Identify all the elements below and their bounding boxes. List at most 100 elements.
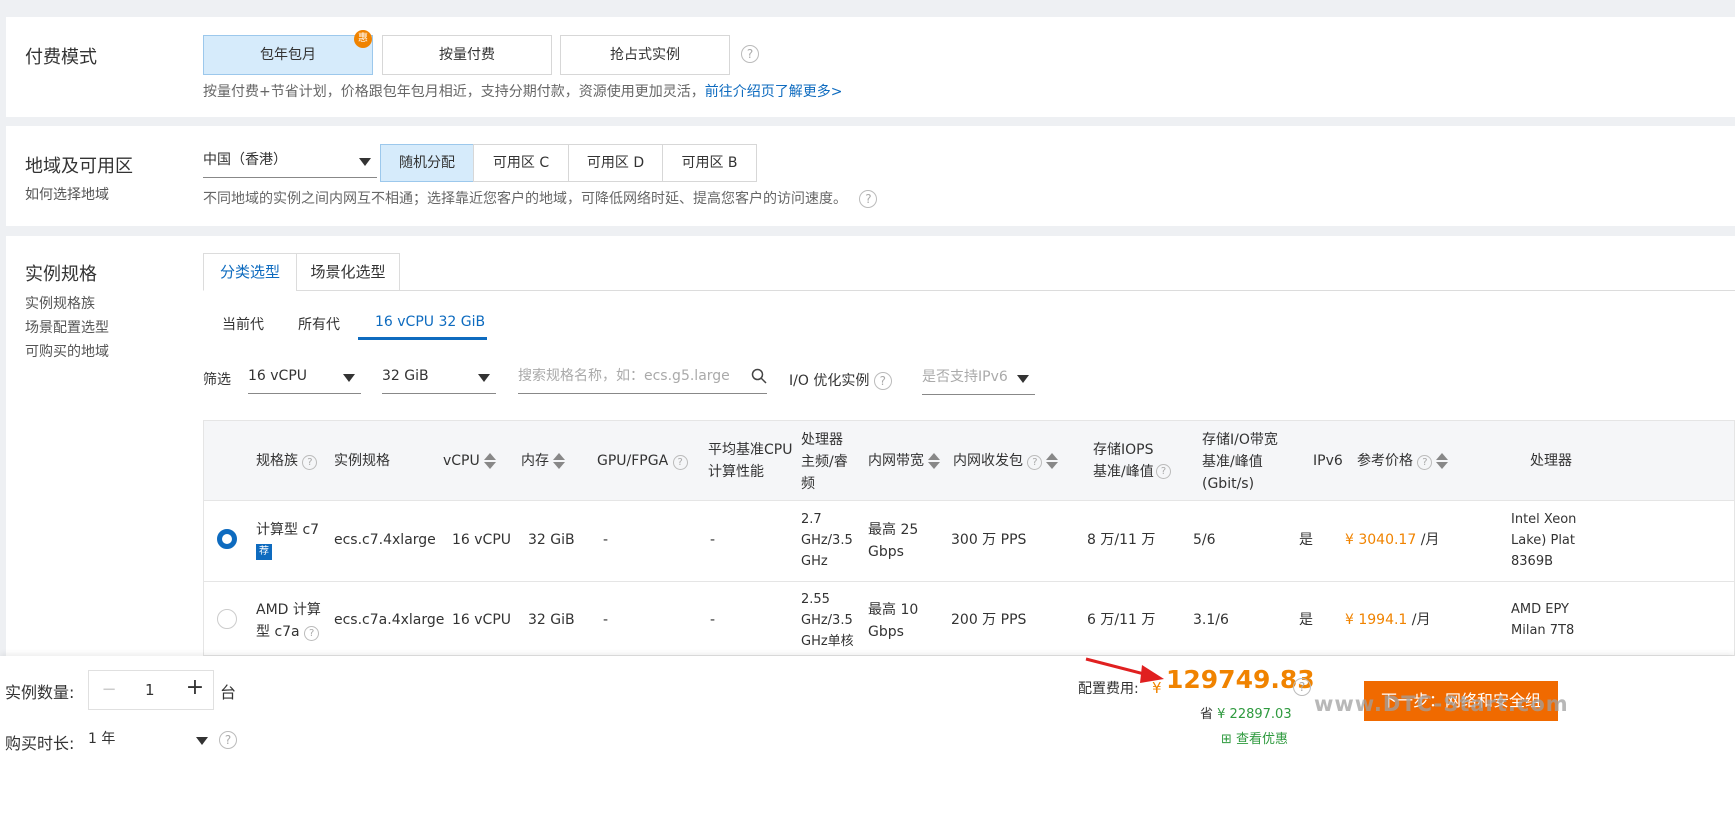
zone-c[interactable]: 可用区 C <box>473 144 569 182</box>
tab-category[interactable]: 分类选型 <box>203 253 297 291</box>
search-icon[interactable] <box>751 368 767 384</box>
col-memory[interactable]: 内存 <box>521 450 565 472</box>
region-select[interactable]: 中国（香港） <box>203 146 377 178</box>
col-pps[interactable]: 内网收发包 ? <box>953 450 1059 472</box>
cell-memory: 32 GiB <box>528 612 575 628</box>
sort-icon[interactable] <box>483 453 496 469</box>
spec-title: 实例规格 <box>25 264 97 285</box>
cell-family: 计算型 c7 荐 <box>256 519 319 563</box>
qty-unit: 台 <box>220 683 237 702</box>
col-vcpu[interactable]: vCPU <box>443 450 496 472</box>
tab-scenario[interactable]: 场景化选型 <box>296 253 400 291</box>
col-price[interactable]: 参考价格 ? <box>1357 450 1449 472</box>
col-ipv6: IPv6 <box>1313 453 1343 469</box>
col-iops: 存储IOPS 基准/峰值 <box>1093 442 1154 480</box>
cell-io-bandwidth: 3.1/6 <box>1193 612 1229 628</box>
subtab-16vcpu[interactable]: 16 vCPU 32 GiB <box>375 314 485 330</box>
col-bandwidth[interactable]: 内网带宽 <box>868 450 940 472</box>
filter-vcpu-select[interactable]: 16 vCPU <box>248 362 361 394</box>
billing-option-payg[interactable]: 按量付费 <box>382 35 552 75</box>
save-line: 省 ¥ 22897.03 <box>1200 707 1292 722</box>
duration-help-icon[interactable]: ? <box>219 731 237 749</box>
sort-icon[interactable] <box>1436 453 1449 469</box>
cell-iops: 8 万/11 万 <box>1087 532 1156 548</box>
subtab-current[interactable]: 当前代 <box>222 314 264 334</box>
row-radio-selected[interactable] <box>217 529 237 549</box>
minus-icon[interactable]: − <box>97 679 121 700</box>
cell-price: ¥ 1994.1 /月 <box>1345 612 1431 628</box>
region-help-icon[interactable]: ? <box>859 190 878 208</box>
cell-cpu-perf: - <box>710 612 716 628</box>
help-icon[interactable]: ? <box>302 455 318 470</box>
table-row-divider <box>204 581 1734 582</box>
zone-d[interactable]: 可用区 D <box>568 144 663 182</box>
side-link-scenario[interactable]: 场景配置选型 <box>25 317 109 337</box>
cell-processor: Intel Xeon Lake) Plat 8369B <box>1511 512 1577 569</box>
cell-pps: 300 万 PPS <box>951 532 1027 548</box>
chevron-down-icon <box>343 374 355 382</box>
cell-freq: 2.7 GHz/3.5 GHz <box>801 512 853 569</box>
sort-icon[interactable] <box>1046 453 1059 469</box>
cell-bandwidth: 最高 25 Gbps <box>868 522 919 560</box>
cost-help-icon[interactable]: ? <box>1293 678 1311 696</box>
cell-bandwidth: 最高 10 Gbps <box>868 602 919 640</box>
billing-help-icon[interactable]: ? <box>741 45 759 63</box>
help-icon[interactable]: ? <box>1027 455 1043 470</box>
chevron-down-icon <box>196 737 208 745</box>
billing-option-subscription[interactable]: 包年包月 惠 <box>203 30 373 75</box>
region-help-link[interactable]: 如何选择地域 <box>25 184 109 204</box>
qty-label: 实例数量: <box>5 683 75 702</box>
side-link-regions[interactable]: 可购买的地域 <box>25 341 109 361</box>
chevron-down-icon <box>478 374 490 382</box>
cost-currency: ¥ <box>1152 679 1162 697</box>
cell-io-bandwidth: 5/6 <box>1193 532 1216 548</box>
cell-gpu: - <box>603 532 609 548</box>
subtab-all[interactable]: 所有代 <box>298 314 340 334</box>
chevron-down-icon <box>359 158 371 166</box>
chevron-down-icon <box>1017 375 1029 383</box>
cell-memory: 32 GiB <box>528 532 575 548</box>
cell-freq: 2.55 GHz/3.5 GHz单核 <box>801 592 854 649</box>
row-radio[interactable] <box>217 609 237 629</box>
cell-spec: ecs.c7.4xlarge <box>334 532 436 548</box>
filter-search-input[interactable]: 搜索规格名称，如：ecs.g5.large <box>518 362 767 394</box>
cost-value: 129749.83 <box>1166 665 1315 694</box>
region-title: 地域及可用区 <box>25 156 133 177</box>
discount-link[interactable]: ⊞ 查看优惠 <box>1221 728 1288 747</box>
billing-option-spot[interactable]: 抢占式实例 <box>560 35 730 75</box>
duration-label: 购买时长: <box>5 734 75 753</box>
io-help-icon[interactable]: ? <box>873 372 892 390</box>
filter-ipv6-select[interactable]: 是否支持IPv6 <box>922 363 1035 395</box>
iops-help-icon[interactable]: ? <box>1156 464 1171 479</box>
duration-select[interactable]: 1 年 <box>88 725 214 757</box>
billing-panel: 付费模式 包年包月 惠 按量付费 抢占式实例 ? 按量付费+节省计划，价格跟包年… <box>6 17 1735 117</box>
zone-b[interactable]: 可用区 B <box>662 144 757 182</box>
billing-title: 付费模式 <box>25 47 97 68</box>
qty-stepper[interactable]: − 1 + <box>88 670 214 710</box>
help-icon[interactable]: ? <box>1417 455 1433 470</box>
cell-processor: AMD EPY Milan 7T8 <box>1511 602 1575 638</box>
billing-hint: 按量付费+节省计划，价格跟包年包月相近，支持分期付款，资源使用更加灵活，前往介绍… <box>203 84 843 100</box>
qty-value[interactable]: 1 <box>145 681 155 699</box>
zone-random[interactable]: 随机分配 <box>380 144 474 182</box>
filter-label: 筛选 <box>203 372 231 388</box>
plus-icon[interactable]: + <box>183 675 207 700</box>
side-link-family[interactable]: 实例规格族 <box>25 293 95 313</box>
cell-spec: ecs.c7a.4xlarge <box>334 612 445 628</box>
billing-learn-more-link[interactable]: 前往介绍页了解更多> <box>705 84 843 100</box>
col-processor: 处理器 <box>1530 453 1572 469</box>
cell-pps: 200 万 PPS <box>951 612 1027 628</box>
cell-iops: 6 万/11 万 <box>1087 612 1156 628</box>
col-family: 规格族 ? <box>256 450 318 472</box>
tabs-divider <box>203 290 1735 291</box>
help-icon[interactable]: ? <box>672 455 688 470</box>
cost-label: 配置费用: <box>1078 681 1139 697</box>
help-icon[interactable]: ? <box>304 626 320 641</box>
col-cpu-perf: 平均基准CPU 计算性能 <box>708 442 793 480</box>
gift-icon: ⊞ <box>1221 732 1232 747</box>
sort-icon[interactable] <box>553 453 565 469</box>
cell-vcpu: 16 vCPU <box>452 612 512 628</box>
sort-icon[interactable] <box>928 453 940 469</box>
cell-family: AMD 计算 型 c7a ? <box>256 602 321 641</box>
filter-memory-select[interactable]: 32 GiB <box>382 362 496 394</box>
